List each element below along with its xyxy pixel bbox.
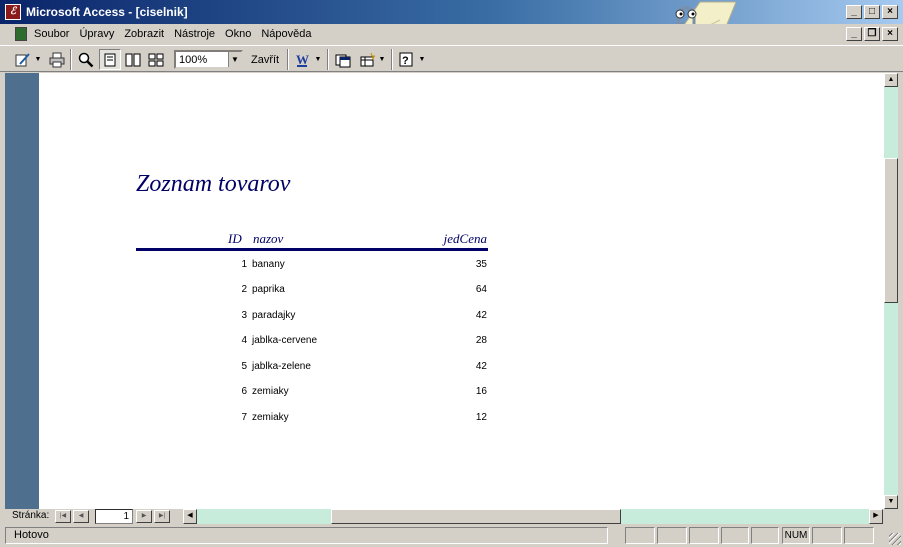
report-page: Zoznam tovarov ID nazov jedCena 1 banany… xyxy=(39,73,884,509)
report-row: 3 paradajky 42 xyxy=(39,310,499,326)
row-price: 64 xyxy=(475,284,487,295)
report-row: 4 jablka-cervene 28 xyxy=(39,335,499,351)
doc-minimize-button[interactable]: _ xyxy=(846,27,862,41)
row-name: paradajky xyxy=(252,310,296,321)
print-icon[interactable] xyxy=(46,49,68,70)
row-id: 4 xyxy=(241,335,247,346)
close-window-button[interactable]: × xyxy=(882,5,898,19)
row-id: 3 xyxy=(241,310,247,321)
help-icon[interactable]: ? xyxy=(396,49,418,70)
status-panel xyxy=(812,527,842,544)
row-name: jablka-cervene xyxy=(252,335,318,346)
close-preview-button[interactable]: Zavřít xyxy=(251,54,279,66)
status-text: Hotovo xyxy=(5,527,608,544)
office-links-word-icon[interactable]: W xyxy=(292,49,314,70)
row-price: 28 xyxy=(475,335,487,346)
report-row: 7 zemiaky 12 xyxy=(39,412,499,428)
horizontal-scroll-thumb[interactable] xyxy=(331,509,621,524)
next-page-icon[interactable]: ▶ xyxy=(136,510,152,523)
row-id: 6 xyxy=(241,386,247,397)
vertical-scroll-thumb[interactable] xyxy=(884,158,898,303)
new-object-icon[interactable] xyxy=(356,49,378,70)
report-row: 5 jablka-zelene 42 xyxy=(39,361,499,377)
menu-nastroje[interactable]: Nástroje xyxy=(174,28,215,40)
multiple-pages-icon[interactable] xyxy=(145,49,167,70)
menu-zobrazit[interactable]: Zobrazit xyxy=(124,28,164,40)
status-panel xyxy=(657,527,687,544)
status-panel xyxy=(625,527,655,544)
resize-grip-icon[interactable] xyxy=(889,533,901,545)
page-number-input[interactable]: 1 xyxy=(95,509,133,524)
minimize-button[interactable]: _ xyxy=(846,5,862,19)
row-price: 42 xyxy=(475,310,487,321)
title-bar: ℰ Microsoft Access - [ciselnik] _ □ × xyxy=(0,0,903,24)
horizontal-scrollbar[interactable]: ◀ ▶ xyxy=(183,509,883,524)
previous-page-icon[interactable]: ◀ xyxy=(73,510,89,523)
database-window-icon[interactable] xyxy=(332,49,354,70)
row-name: zemiaky xyxy=(252,412,289,423)
scroll-down-icon[interactable]: ▼ xyxy=(884,495,898,509)
view-design-icon[interactable] xyxy=(12,49,34,70)
svg-text:?: ? xyxy=(402,55,409,67)
row-id: 2 xyxy=(241,284,247,295)
status-panel xyxy=(721,527,749,544)
row-price: 12 xyxy=(475,412,487,423)
row-name: zemiaky xyxy=(252,386,289,397)
access-app-icon[interactable]: ℰ xyxy=(5,4,21,20)
scroll-left-icon[interactable]: ◀ xyxy=(183,509,197,524)
print-preview-toolbar: ▼ 100% ▼ Zavřít W ▼ ▼ ? ▼ xyxy=(0,45,903,72)
report-preview-area: Zoznam tovarov ID nazov jedCena 1 banany… xyxy=(5,73,898,509)
row-price: 35 xyxy=(475,259,487,270)
menu-bar: Soubor Úpravy Zobrazit Nástroje Okno Náp… xyxy=(0,24,903,45)
row-name: banany xyxy=(252,259,285,270)
svg-text:W: W xyxy=(296,52,309,67)
scroll-right-icon[interactable]: ▶ xyxy=(869,509,883,524)
report-document-icon[interactable] xyxy=(15,27,27,41)
last-page-icon[interactable]: ▶| xyxy=(154,510,170,523)
report-title: Zoznam tovarov xyxy=(136,171,291,197)
status-panel xyxy=(689,527,719,544)
help-dropdown-icon[interactable]: ▼ xyxy=(418,49,426,70)
row-price: 16 xyxy=(475,386,487,397)
report-row: 1 banany 35 xyxy=(39,259,499,275)
row-id: 7 xyxy=(241,412,247,423)
status-panel xyxy=(751,527,779,544)
report-row: 2 paprika 64 xyxy=(39,284,499,300)
row-name: paprika xyxy=(252,284,285,295)
header-price: jedCena xyxy=(443,231,487,246)
page-navigation-bar: Stránka: |◀ ◀ 1 ▶ ▶| ◀ ▶ xyxy=(5,509,898,524)
window-title: Microsoft Access - [ciselnik] xyxy=(26,5,188,19)
view-dropdown-arrow-icon[interactable]: ▼ xyxy=(34,49,42,70)
one-page-icon[interactable] xyxy=(99,49,121,70)
scroll-up-icon[interactable]: ▲ xyxy=(884,73,898,87)
status-panel xyxy=(844,527,874,544)
row-id: 5 xyxy=(241,361,247,372)
menu-napoveda[interactable]: Nápověda xyxy=(261,28,311,40)
row-price: 42 xyxy=(475,361,487,372)
row-name: jablka-zelene xyxy=(252,361,311,372)
num-lock-indicator: NUM xyxy=(782,527,810,544)
row-id: 1 xyxy=(241,259,247,270)
chevron-down-icon[interactable]: ▼ xyxy=(228,52,241,67)
office-links-dropdown-icon[interactable]: ▼ xyxy=(314,49,322,70)
header-id: ID xyxy=(228,231,242,246)
new-object-dropdown-icon[interactable]: ▼ xyxy=(378,49,386,70)
maximize-button[interactable]: □ xyxy=(864,5,880,19)
page-label: Stránka: xyxy=(12,510,50,521)
two-pages-icon[interactable] xyxy=(122,49,144,70)
menu-okno[interactable]: Okno xyxy=(225,28,251,40)
first-page-icon[interactable]: |◀ xyxy=(55,510,71,523)
status-bar: Hotovo NUM xyxy=(0,525,903,547)
report-row: 6 zemiaky 16 xyxy=(39,386,499,402)
zoom-combobox[interactable]: 100% ▼ xyxy=(174,50,243,69)
header-name: nazov xyxy=(253,231,284,246)
menu-upravy[interactable]: Úpravy xyxy=(79,28,114,40)
doc-restore-button[interactable]: ❐ xyxy=(864,27,880,41)
zoom-value: 100% xyxy=(179,54,208,66)
header-divider xyxy=(136,248,488,251)
vertical-scrollbar[interactable]: ▲ ▼ xyxy=(884,73,898,509)
doc-close-button[interactable]: × xyxy=(882,27,898,41)
menu-soubor[interactable]: Soubor xyxy=(34,28,69,40)
zoom-magnifier-icon[interactable] xyxy=(75,49,97,70)
